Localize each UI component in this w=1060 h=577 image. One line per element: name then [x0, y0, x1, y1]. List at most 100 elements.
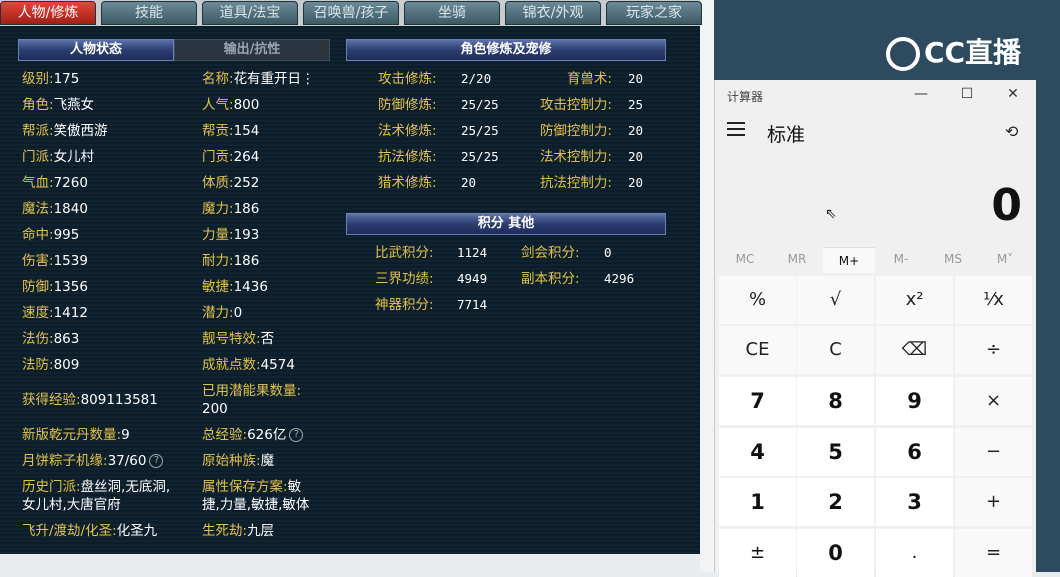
- stat-left-5-label: 魔法:: [22, 201, 54, 217]
- key-3-2[interactable]: 6: [876, 428, 953, 476]
- stat-left-4-label: 气血:: [22, 175, 54, 191]
- stat-mid-2-value: 154: [233, 123, 260, 139]
- key-0-1[interactable]: √: [797, 276, 874, 324]
- score-value-2: 7714: [457, 297, 488, 312]
- stat-left-4-value: 7260: [53, 175, 88, 191]
- tab-4[interactable]: 坐骑: [404, 1, 500, 25]
- history-value: 盘丝洞,无底洞,: [80, 479, 171, 495]
- stat-mid-5: 魔力:186: [202, 200, 259, 218]
- stat-left-0-label: 级别:: [22, 71, 54, 87]
- cult-label2-3: 法术控制力:: [539, 149, 612, 165]
- key-2-1[interactable]: 8: [797, 377, 874, 425]
- help-icon[interactable]: ?: [289, 428, 304, 442]
- history-icon[interactable]: ⟲: [1005, 122, 1018, 141]
- stat-mid-9-label: 潜力:: [202, 305, 234, 321]
- cult-value-2: 25/25: [461, 123, 499, 138]
- tab-0[interactable]: 人物/修炼: [0, 1, 96, 25]
- cult-label-4: 猎术修炼:: [378, 175, 437, 191]
- close-button[interactable]: ✕: [1001, 86, 1025, 102]
- memory-button-m[interactable]: M˅: [979, 252, 1031, 266]
- key-1-3[interactable]: ÷: [955, 326, 1032, 374]
- score-header: 积分 其他: [346, 213, 666, 235]
- plan-label: 属性保存方案:: [202, 479, 288, 495]
- tab-2[interactable]: 道具/法宝: [202, 1, 298, 25]
- key-4-0[interactable]: 1: [719, 478, 796, 526]
- elixir-row-value: 9: [121, 427, 130, 443]
- stat-left-1-label: 角色:: [22, 97, 54, 113]
- key-4-2[interactable]: 3: [876, 478, 953, 526]
- stat-left-3-label: 门派:: [22, 149, 54, 165]
- exp-row: 获得经验:809113581: [22, 391, 158, 409]
- stat-left-7-value: 1539: [53, 253, 88, 269]
- cult-label2-0: 育兽术:: [566, 71, 612, 87]
- memory-button-mr[interactable]: MR: [771, 252, 823, 266]
- cc-live-logo: CC直播: [886, 34, 1026, 72]
- stat-mid-6-value: 193: [233, 227, 260, 243]
- key-1-1[interactable]: C: [797, 326, 874, 374]
- key-3-3[interactable]: −: [955, 428, 1032, 476]
- key-5-2[interactable]: .: [876, 529, 953, 577]
- cult-value-0: 2/20: [461, 71, 492, 86]
- tab-6[interactable]: 玩家之家: [606, 1, 702, 25]
- cult-label-0: 攻击修炼:: [378, 71, 437, 87]
- stat-left-10: 法伤:863: [22, 330, 79, 348]
- key-2-0[interactable]: 7: [719, 377, 796, 425]
- key-3-1[interactable]: 5: [797, 428, 874, 476]
- key-5-1[interactable]: 0: [797, 529, 874, 577]
- key-5-0[interactable]: ±: [719, 529, 796, 577]
- stat-mid-10-label: 靓号特效:: [202, 331, 261, 347]
- key-4-3[interactable]: +: [955, 478, 1032, 526]
- status-tab-output[interactable]: 输出/抗性: [174, 39, 330, 61]
- key-5-3[interactable]: =: [955, 529, 1032, 577]
- stat-left-0-value: 175: [53, 71, 80, 87]
- maximize-button[interactable]: ☐: [955, 86, 979, 102]
- tab-1[interactable]: 技能: [101, 1, 197, 25]
- stat-mid-1-label: 人气:: [202, 97, 234, 113]
- key-1-0[interactable]: CE: [719, 326, 796, 374]
- key-0-2[interactable]: x²: [876, 276, 953, 324]
- hamburger-menu-icon[interactable]: [727, 122, 745, 136]
- status-tab-active[interactable]: 人物状态: [18, 39, 174, 61]
- stat-left-6-label: 命中:: [22, 227, 54, 243]
- stat-left-6-value: 995: [53, 227, 80, 243]
- memory-button-ms[interactable]: MS: [927, 252, 979, 266]
- stat-left-3-value: 女儿村: [53, 149, 95, 165]
- stat-mid-9: 潜力:0: [202, 304, 242, 322]
- memory-button-mc[interactable]: MC: [719, 252, 771, 266]
- tab-5[interactable]: 锦衣/外观: [505, 1, 601, 25]
- ascend-row-value: 化圣九: [116, 523, 158, 539]
- bottom-strip: [0, 554, 714, 572]
- stat-mid-6: 力量:193: [202, 226, 259, 244]
- stat-left-8-label: 防御:: [22, 279, 54, 295]
- cult-value2-0: 20: [628, 71, 644, 86]
- race-row-value: 魔: [260, 453, 275, 469]
- plan-value: 敏: [287, 479, 302, 495]
- key-4-1[interactable]: 2: [797, 478, 874, 526]
- key-1-2[interactable]: ⌫: [876, 326, 953, 374]
- used-potion-row-value: 200: [202, 401, 228, 417]
- key-2-2[interactable]: 9: [876, 377, 953, 425]
- score-label2-1: 副本积分:: [521, 271, 580, 287]
- score-value-0: 1124: [457, 245, 488, 260]
- memory-button-m+[interactable]: M+: [823, 247, 875, 273]
- key-3-0[interactable]: 4: [719, 428, 796, 476]
- stat-mid-3-value: 264: [233, 149, 260, 165]
- cultivation-header: 角色修炼及宠修: [346, 39, 666, 61]
- tab-3[interactable]: 召唤兽/孩子: [303, 1, 399, 25]
- key-0-0[interactable]: %: [719, 276, 796, 324]
- cult-value2-2: 20: [628, 123, 644, 138]
- key-2-3[interactable]: ×: [955, 377, 1032, 425]
- stat-left-8-value: 1356: [53, 279, 88, 295]
- memory-button-m-[interactable]: M-: [875, 252, 927, 266]
- stat-mid-7-value: 186: [233, 253, 260, 269]
- history-row: 历史门派:盘丝洞,无底洞,: [22, 478, 170, 496]
- cult-label-1: 防御修炼:: [378, 97, 437, 113]
- ascend-row: 飞升/渡劫/化圣:化圣九: [22, 522, 157, 540]
- score-label2-0: 剑会积分:: [521, 245, 580, 261]
- minimize-button[interactable]: —: [909, 86, 933, 102]
- stat-mid-10-value: 否: [260, 331, 275, 347]
- key-0-3[interactable]: ⅟x: [955, 276, 1032, 324]
- help-icon[interactable]: ?: [149, 454, 164, 468]
- cult-value2-3: 20: [628, 149, 644, 164]
- stat-left-2-label: 帮派:: [22, 123, 54, 139]
